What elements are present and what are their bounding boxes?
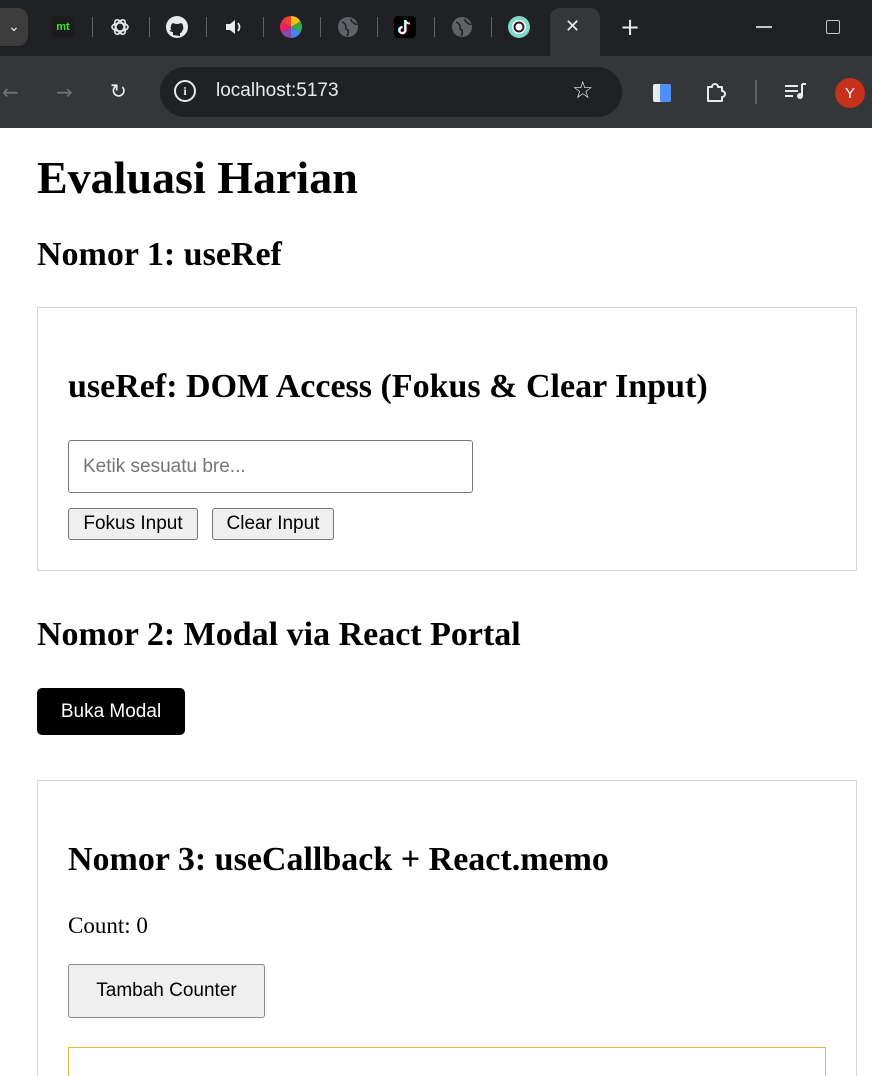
useref-card-title: useRef: DOM Access (Fokus & Clear Input) <box>68 368 708 405</box>
pinned-tab-colorwheel[interactable] <box>276 12 306 42</box>
pinned-tab-globe-2[interactable] <box>447 12 477 42</box>
pinned-tab-globe-1[interactable] <box>333 12 363 42</box>
address-url[interactable]: localhost:5173 <box>216 80 339 102</box>
memo-child-box <box>68 1047 826 1076</box>
tab-strip: ⌄ mt ✕ + <box>0 0 872 56</box>
minimize-icon[interactable] <box>756 26 772 28</box>
tab-separator <box>491 17 492 37</box>
reload-icon[interactable]: ↻ <box>110 79 127 103</box>
color-wheel-icon <box>280 16 302 38</box>
forward-arrow-icon[interactable]: → <box>56 80 73 104</box>
site-info-icon[interactable]: i <box>174 80 196 102</box>
section-2-heading: Nomor 2: Modal via React Portal <box>37 616 521 653</box>
pinned-tab-tiktok[interactable] <box>390 12 420 42</box>
chevron-down-icon: ⌄ <box>8 19 20 35</box>
back-arrow-icon[interactable]: ← <box>2 80 19 104</box>
app-ring-icon <box>508 16 530 38</box>
tab-separator <box>377 17 378 37</box>
address-bar[interactable]: i localhost:5173 ☆ <box>160 67 622 117</box>
chatgpt-icon <box>111 18 129 36</box>
globe-icon <box>452 17 472 37</box>
page-title: Evaluasi Harian <box>37 152 358 203</box>
pinned-tab-monkeytype[interactable]: mt <box>48 12 78 42</box>
focus-input-button[interactable]: Fokus Input <box>68 508 198 540</box>
monkeytype-icon-text: mt <box>56 21 70 33</box>
github-icon <box>166 16 188 38</box>
extensions-icon[interactable] <box>704 80 728 109</box>
usecallback-card: Nomor 3: useCallback + React.memo Count:… <box>37 780 857 1076</box>
profile-avatar[interactable]: Y <box>835 78 865 108</box>
side-panel-icon[interactable] <box>652 82 672 109</box>
pinned-tab-github[interactable] <box>162 12 192 42</box>
monkeytype-icon: mt <box>52 16 74 38</box>
active-tab[interactable]: ✕ <box>550 8 600 56</box>
section-1-heading: Nomor 1: useRef <box>37 236 282 273</box>
tab-separator <box>149 17 150 37</box>
browser-toolbar: ← → ↻ i localhost:5173 ☆ Y <box>0 56 872 128</box>
text-input[interactable] <box>68 440 473 493</box>
tiktok-icon <box>394 16 416 38</box>
tab-separator <box>320 17 321 37</box>
maximize-icon[interactable] <box>826 20 840 34</box>
increment-counter-button[interactable]: Tambah Counter <box>68 964 265 1018</box>
pinned-tab-app[interactable] <box>504 12 534 42</box>
tab-separator <box>434 17 435 37</box>
tab-separator <box>263 17 264 37</box>
new-tab-button[interactable]: + <box>617 13 643 41</box>
tab-separator <box>92 17 93 37</box>
toolbar-divider <box>755 80 757 104</box>
close-tab-icon[interactable]: ✕ <box>565 16 580 37</box>
clear-input-button[interactable]: Clear Input <box>212 508 334 540</box>
tab-search-button[interactable]: ⌄ <box>0 8 28 46</box>
useref-card: useRef: DOM Access (Fokus & Clear Input)… <box>37 307 857 571</box>
section-3-heading: Nomor 3: useCallback + React.memo <box>68 841 609 878</box>
globe-icon <box>338 17 358 37</box>
pinned-tab-audio[interactable] <box>219 12 249 42</box>
bookmark-star-icon[interactable]: ☆ <box>572 76 594 104</box>
speaker-icon <box>226 20 241 34</box>
page-content: Evaluasi Harian Nomor 1: useRef useRef: … <box>0 128 872 1076</box>
tab-separator <box>206 17 207 37</box>
open-modal-button[interactable]: Buka Modal <box>37 688 185 735</box>
count-label: Count: 0 <box>68 913 148 938</box>
media-controls-icon[interactable] <box>784 82 808 107</box>
pinned-tab-chatgpt[interactable] <box>105 12 135 42</box>
